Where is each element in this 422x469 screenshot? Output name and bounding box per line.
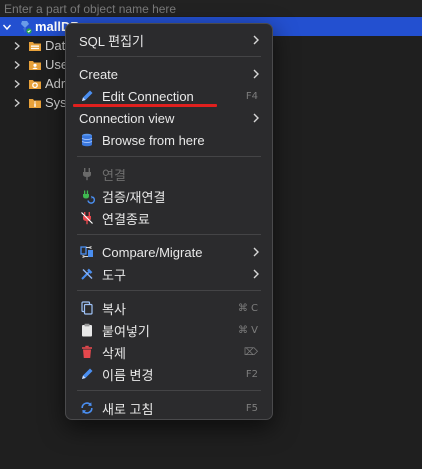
chevron-right-icon[interactable] — [12, 60, 22, 70]
object-search-bar — [0, 0, 422, 17]
menu-separator — [77, 156, 261, 157]
submenu-arrow-icon — [252, 247, 260, 257]
menu-item-label: 연결 — [102, 167, 126, 183]
tree-node-label: Adr — [45, 76, 66, 91]
menu-item-label: 도구 — [102, 267, 126, 283]
menu-item-label: Browse from here — [102, 132, 205, 148]
copy-icon — [79, 300, 95, 316]
shortcut-label: F5 — [245, 402, 258, 414]
submenu-arrow-icon — [252, 69, 260, 79]
administer-folder-icon — [28, 77, 42, 91]
menu-item-create[interactable]: Create — [66, 63, 272, 85]
system-info-folder-icon — [28, 96, 42, 110]
menu-item-label: Compare/Migrate — [102, 244, 203, 260]
tree-node-label: Sys — [45, 95, 67, 110]
trash-icon — [79, 344, 95, 360]
submenu-arrow-icon — [252, 113, 260, 123]
menu-separator — [77, 234, 261, 235]
menu-item-label: SQL 편집기 — [79, 33, 145, 49]
shortcut-label: F2 — [245, 368, 258, 380]
chevron-right-icon[interactable] — [12, 41, 22, 51]
menu-item-label: Create — [79, 66, 119, 82]
menu-item-disconnect[interactable]: 연결종료 — [66, 207, 272, 229]
menu-item-paste[interactable]: 붙여넣기 ⌘ V — [66, 319, 272, 341]
menu-separator — [77, 390, 261, 391]
refresh-icon — [79, 400, 95, 416]
menu-item-connect[interactable]: 연결 — [66, 163, 272, 185]
menu-separator — [77, 290, 261, 291]
menu-item-tools[interactable]: 도구 — [66, 263, 272, 285]
rename-pencil-icon — [79, 366, 95, 382]
context-menu: SQL 편집기 Create Edit Connection F4 Connec… — [65, 23, 273, 420]
menu-item-sql-editor[interactable]: SQL 편집기 — [66, 29, 272, 51]
menu-item-label: Connection view — [79, 110, 175, 126]
menu-item-compare-migrate[interactable]: Compare/Migrate — [66, 241, 272, 263]
menu-item-browse-from-here[interactable]: Browse from here — [66, 129, 272, 151]
submenu-arrow-icon — [252, 269, 260, 279]
shortcut-label: ⌘ C — [237, 302, 258, 314]
database-stack-icon — [79, 132, 95, 148]
shortcut-label: ⌘ V — [237, 324, 258, 336]
menu-item-copy[interactable]: 복사 ⌘ C — [66, 297, 272, 319]
shortcut-label: ⌦ — [243, 346, 258, 358]
tools-icon — [79, 266, 95, 282]
shortcut-label: F4 — [245, 90, 258, 102]
submenu-arrow-icon — [252, 35, 260, 45]
menu-item-label: 검증/재연결 — [102, 189, 166, 205]
tree-node-label: Dat — [45, 38, 66, 53]
chevron-right-icon[interactable] — [12, 79, 22, 89]
pencil-icon — [79, 88, 95, 104]
menu-item-connection-view[interactable]: Connection view — [66, 107, 272, 129]
chevron-down-icon[interactable] — [2, 22, 12, 32]
databases-folder-icon — [28, 39, 42, 53]
menu-item-label: 연결종료 — [102, 211, 150, 227]
reconnect-icon — [79, 188, 95, 204]
highlight-underline-annotation — [73, 104, 217, 107]
menu-separator — [77, 56, 261, 57]
users-folder-icon — [28, 58, 42, 72]
menu-item-validate-reconnect[interactable]: 검증/재연결 — [66, 185, 272, 207]
plug-icon — [79, 166, 95, 182]
menu-item-refresh[interactable]: 새로 고침 F5 — [66, 397, 272, 419]
compare-icon — [79, 244, 95, 260]
object-search-input[interactable] — [0, 1, 422, 17]
menu-item-delete[interactable]: 삭제 ⌦ — [66, 341, 272, 363]
chevron-right-icon[interactable] — [12, 98, 22, 108]
clipboard-icon — [79, 322, 95, 338]
disconnect-plug-icon — [79, 210, 95, 226]
database-connection-icon — [18, 20, 32, 34]
menu-item-rename[interactable]: 이름 변경 F2 — [66, 363, 272, 385]
